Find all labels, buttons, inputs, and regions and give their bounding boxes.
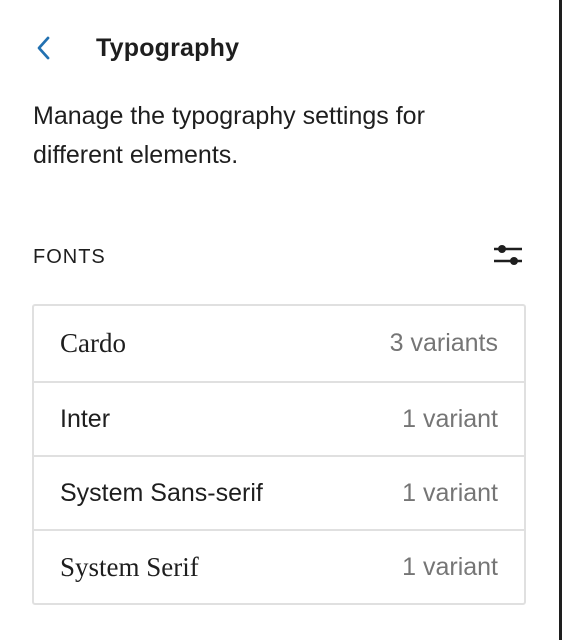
section-title: FONTS [33, 245, 106, 268]
font-item-inter[interactable]: Inter 1 variant [34, 381, 524, 455]
panel-description: Manage the typography settings for diffe… [33, 102, 425, 169]
variant-count: 1 variant [402, 404, 498, 433]
variant-count: 1 variant [402, 552, 498, 581]
panel-header: Typography [36, 28, 239, 68]
font-name: Cardo [60, 328, 126, 358]
sliders-icon [493, 242, 523, 273]
font-name: Inter [60, 404, 111, 433]
fonts-section-header: FONTS [33, 238, 523, 276]
font-item-system-serif[interactable]: System Serif 1 variant [34, 529, 524, 603]
font-name: System Serif [60, 551, 199, 582]
font-item-cardo[interactable]: Cardo 3 variants [34, 306, 524, 381]
variant-count: 1 variant [402, 478, 498, 507]
font-item-system-sans-serif[interactable]: System Sans-serif 1 variant [34, 455, 524, 529]
font-list: Cardo 3 variants Inter 1 variant System … [32, 304, 526, 605]
chevron-left-icon [36, 36, 50, 60]
page-title: Typography [96, 33, 240, 62]
variant-count: 3 variants [389, 329, 498, 357]
font-options-button[interactable] [483, 238, 523, 276]
font-name: System Sans-serif [60, 478, 263, 507]
back-button[interactable] [36, 28, 76, 68]
